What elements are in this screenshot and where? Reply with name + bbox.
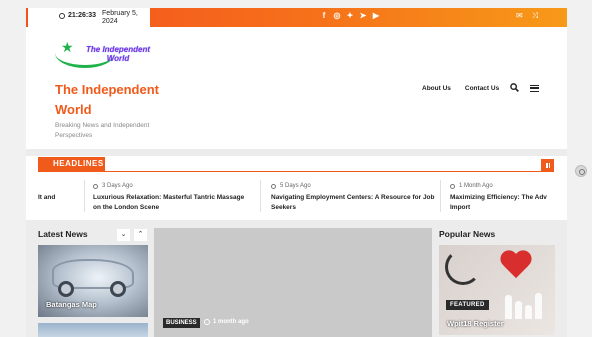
headlines-divider: [38, 171, 551, 172]
clock-icon: [59, 13, 65, 19]
card-caption: Batangas Map: [46, 300, 97, 309]
ticker-meta: 1 Month Ago: [450, 182, 554, 190]
latest-news-card[interactable]: [38, 323, 148, 337]
post-date: 1 month ago: [213, 319, 249, 325]
top-actions: ✉ ⤨: [516, 12, 538, 20]
main-nav: About Us Contact Us: [422, 85, 499, 92]
clock-icon: [204, 319, 210, 325]
ticker-meta: 5 Days Ago: [271, 182, 436, 190]
date-time-box: 21:26:33 February 5, 2024: [28, 8, 150, 27]
clock-icon: [93, 183, 98, 189]
popular-news-heading: Popular News: [439, 229, 496, 239]
ticker-separator: [84, 180, 85, 212]
shuffle-icon[interactable]: ⤨: [532, 12, 538, 20]
nav-contact-us[interactable]: Contact Us: [465, 85, 499, 92]
card-caption[interactable]: Wpit18 Register: [447, 319, 504, 328]
clock-icon: [450, 183, 455, 189]
site-tagline: Breaking News and Independent Perspectiv…: [55, 122, 150, 139]
ticker-title: Navigating Employment Centers: A Resourc…: [271, 194, 435, 211]
ticker-date: 3 Days Ago: [102, 183, 133, 189]
ticker-separator: [440, 180, 441, 212]
ticker-title: Luxurious Relaxation: Masterful Tantric …: [93, 194, 245, 211]
wheel-shape: [58, 281, 74, 297]
category-badge[interactable]: BUSINESS: [163, 318, 200, 328]
instagram-icon[interactable]: ◎: [333, 12, 341, 20]
twitter-icon[interactable]: ✦: [346, 12, 354, 20]
star-icon: ★: [61, 39, 74, 55]
current-time: 21:26:33: [68, 12, 97, 19]
ticker-item[interactable]: 5 Days Ago Navigating Employment Centers…: [271, 182, 436, 213]
heart-illustration: [499, 251, 533, 283]
pause-icon[interactable]: [541, 159, 554, 172]
ticker-title: It and: [38, 194, 56, 201]
ticker-meta: 3 Days Ago: [93, 182, 253, 190]
family-illustration: [505, 285, 545, 319]
ticker-item[interactable]: 1 Month Ago Maximizing Efficiency: The A…: [450, 182, 554, 213]
nav-about-us[interactable]: About Us: [422, 85, 451, 92]
ticker-date: 5 Days Ago: [280, 183, 311, 189]
logo-text: The Independent World: [86, 45, 150, 63]
settings-icon[interactable]: [575, 165, 587, 177]
latest-news-card[interactable]: Batangas Map: [38, 245, 148, 317]
search-icon[interactable]: [510, 83, 519, 92]
current-date: February 5, 2024: [102, 10, 138, 25]
featured-badge[interactable]: FEATURED: [446, 300, 489, 310]
telegram-icon[interactable]: ➤: [359, 12, 367, 20]
site-logo[interactable]: ★ The Independent World: [55, 40, 155, 70]
wheel-shape: [110, 281, 126, 297]
site-title[interactable]: The Independent World: [55, 80, 175, 120]
post-meta: 1 month ago: [204, 319, 249, 325]
social-links: f ◎ ✦ ➤ ▶: [320, 12, 380, 20]
ticker-item[interactable]: It and: [38, 182, 90, 203]
headlines-label: HEADLINES: [38, 157, 105, 171]
ticker-meta: [38, 182, 90, 190]
chevron-down-icon[interactable]: ⌄: [117, 229, 130, 241]
stethoscope-illustration: [445, 249, 481, 285]
ticker-separator: [260, 180, 261, 212]
hamburger-menu-icon[interactable]: [530, 85, 539, 92]
ticker-item[interactable]: 3 Days Ago Luxurious Relaxation: Masterf…: [93, 182, 253, 213]
mail-icon[interactable]: ✉: [516, 12, 523, 20]
clock-icon: [271, 183, 276, 189]
facebook-icon[interactable]: f: [320, 12, 328, 20]
youtube-icon[interactable]: ▶: [372, 12, 380, 20]
latest-news-heading: Latest News: [38, 229, 88, 239]
ticker-title: Maximizing Efficiency: The Adv Import: [450, 194, 547, 211]
ticker-date: 1 Month Ago: [459, 183, 493, 189]
chevron-up-icon[interactable]: ⌃: [134, 229, 147, 241]
